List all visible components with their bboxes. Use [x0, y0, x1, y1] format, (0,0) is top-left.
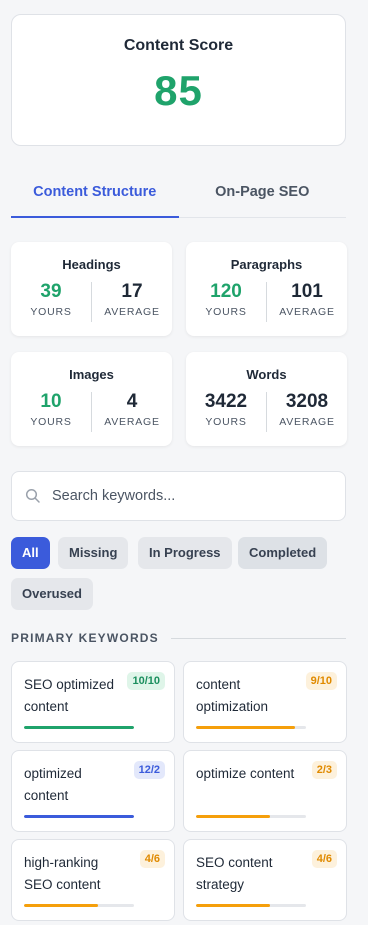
stat-yours-label: YOURS	[30, 416, 72, 428]
keyword-progress-fill	[196, 726, 295, 729]
stat-card-words: Words 3422 YOURS 3208 AVERAGE	[186, 352, 347, 446]
search-icon	[25, 488, 40, 503]
stat-average-label: AVERAGE	[279, 306, 335, 318]
filter-missing[interactable]: Missing	[58, 537, 129, 569]
content-score-value: 85	[154, 67, 203, 114]
keyword-name: optimize content	[196, 766, 295, 781]
keyword-name: SEO content strategy	[196, 855, 273, 892]
stat-yours-value: 3422	[204, 391, 248, 412]
stat-average-value: 17	[121, 281, 143, 302]
keyword-count-badge: 12/2	[133, 761, 165, 779]
keyword-count-badge: 9/10	[305, 672, 337, 690]
keyword-progress-track	[196, 815, 306, 818]
stat-card-paragraphs: Paragraphs 120 YOURS 101 AVERAGE	[186, 242, 347, 336]
tab-on-page-seo[interactable]: On-Page SEO	[179, 172, 347, 217]
stat-card-images: Images 10 YOURS 4 AVERAGE	[11, 352, 172, 446]
stat-yours-value: 120	[210, 281, 242, 302]
stat-title: Paragraphs	[230, 257, 303, 272]
keyword-search-input[interactable]	[52, 472, 337, 520]
keyword-progress-track	[24, 904, 134, 907]
keyword-count-badge: 10/10	[127, 672, 165, 690]
stat-average-label: AVERAGE	[279, 416, 335, 428]
section-title: PRIMARY KEYWORDS	[11, 631, 159, 645]
filter-all[interactable]: All	[11, 537, 50, 569]
stat-yours-label: YOURS	[205, 416, 247, 428]
stat-average-label: AVERAGE	[104, 416, 160, 428]
keyword-progress-fill	[24, 815, 134, 818]
filter-in-progress[interactable]: In Progress	[138, 537, 232, 569]
keyword-progress-track	[196, 726, 306, 729]
keyword-card[interactable]: high-ranking SEO content 4/6	[11, 839, 175, 921]
stat-average-label: AVERAGE	[104, 306, 160, 318]
content-score-card: Content Score 85	[11, 14, 346, 146]
keyword-count-badge: 4/6	[139, 850, 165, 868]
section-divider	[170, 637, 346, 639]
keyword-progress-track	[24, 726, 134, 729]
stat-yours-value: 39	[40, 281, 62, 302]
stat-card-headings: Headings 39 YOURS 17 AVERAGE	[11, 242, 172, 336]
stat-average-value: 101	[291, 281, 323, 302]
keyword-count-badge: 2/3	[311, 761, 337, 779]
stat-yours-label: YOURS	[30, 306, 72, 318]
keyword-card[interactable]: optimized content 12/2	[11, 750, 175, 832]
keyword-progress-fill	[196, 904, 270, 907]
keyword-progress-track	[24, 815, 134, 818]
stat-title: Words	[246, 367, 287, 382]
keyword-card[interactable]: SEO content strategy 4/6	[183, 839, 347, 921]
primary-keywords-heading: PRIMARY KEYWORDS	[11, 630, 346, 646]
keyword-progress-track	[196, 904, 306, 907]
keyword-progress-fill	[196, 815, 270, 818]
keyword-count-badge: 4/6	[311, 850, 337, 868]
keyword-name: SEO optimized content	[24, 677, 115, 714]
filter-completed[interactable]: Completed	[238, 537, 328, 569]
keyword-card[interactable]: SEO optimized content 10/10	[11, 661, 175, 743]
stat-title: Headings	[62, 257, 121, 272]
stat-average-value: 4	[126, 391, 138, 412]
stat-yours-label: YOURS	[205, 306, 247, 318]
content-score-title: Content Score	[123, 37, 234, 54]
keyword-card[interactable]: optimize content 2/3	[183, 750, 347, 832]
keyword-card[interactable]: content optimization 9/10	[183, 661, 347, 743]
keyword-name: optimized content	[24, 766, 82, 803]
stat-average-value: 3208	[285, 391, 329, 412]
tab-bar: Content Structure On-Page SEO	[11, 172, 346, 218]
keyword-progress-fill	[24, 726, 134, 729]
tab-content-structure[interactable]: Content Structure	[11, 172, 179, 218]
keyword-search-box	[11, 471, 346, 521]
keyword-name: high-ranking SEO content	[24, 855, 101, 892]
keyword-progress-fill	[24, 904, 98, 907]
stat-title: Images	[69, 367, 114, 382]
filter-overused[interactable]: Overused	[11, 578, 93, 610]
stat-yours-value: 10	[40, 391, 62, 412]
keyword-name: content optimization	[196, 677, 269, 714]
